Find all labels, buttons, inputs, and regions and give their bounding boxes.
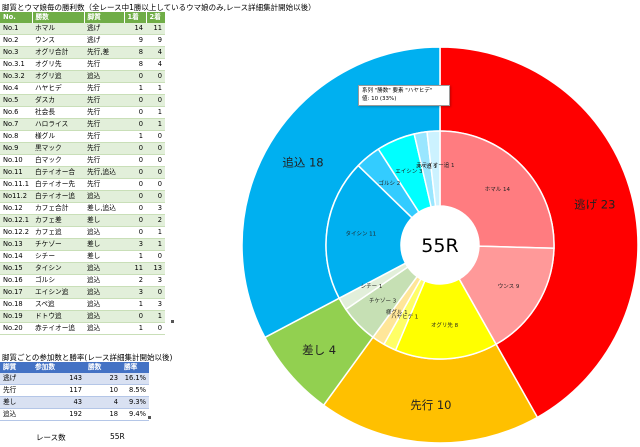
chart-center-label: 55R — [421, 235, 458, 257]
outer-ring-label: 差し 4 — [302, 343, 336, 357]
inner-ring-label: タイシン 11 — [345, 230, 376, 238]
inner-ring-label: オグリ先 8 — [431, 321, 459, 329]
sunburst-chart[interactable]: 55R 逃げ 23 先行 10 差し 4 追込 18 ホマル 14 ウンス 9 オグリ先 8… — [0, 0, 640, 447]
outer-ring-label: 先行 10 — [410, 398, 451, 412]
inner-ring-label: ウンス 9 — [498, 282, 520, 290]
inner-ring-label: ホマル 14 — [485, 186, 511, 193]
inner-ring-label: 赤テイオー追 1 — [416, 161, 454, 169]
outer-ring-label: 逃げ 23 — [574, 197, 615, 211]
inner-ring-label: ゴルシ 2 — [378, 179, 400, 187]
chart-tooltip: 系列 "勝数" 要素 "ハヤヒデ" 値: 10 (33%) — [358, 85, 450, 106]
tooltip-line2: 値: 10 (33%) — [362, 95, 397, 102]
inner-ring-label: チケゾー 3 — [369, 298, 397, 305]
outer-ring-label: 追込 18 — [282, 155, 323, 169]
inner-ring-label: シチー 1 — [361, 283, 383, 290]
inner-ring-label: 様グル 1 — [386, 308, 408, 316]
tooltip-line1: 系列 "勝数" 要素 "ハヤヒデ" — [362, 88, 433, 94]
